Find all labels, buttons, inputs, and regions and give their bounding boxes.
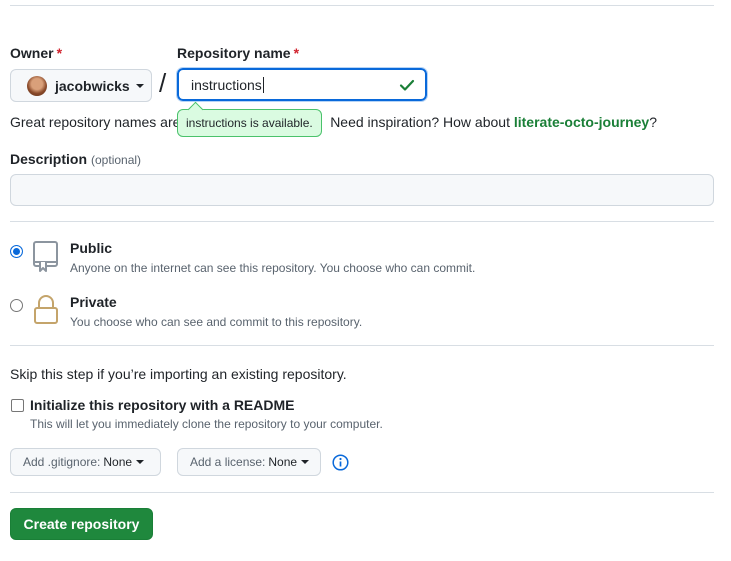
readme-label[interactable]: Initialize this repository with a README [30, 397, 294, 413]
description-label: Description (optional) [10, 151, 142, 167]
license-select[interactable]: Add a license: None [177, 448, 321, 476]
readme-desc: This will let you immediately clone the … [30, 417, 383, 431]
repo-name-label: Repository name * [177, 45, 300, 61]
private-title: Private [70, 294, 117, 310]
divider [10, 345, 714, 346]
availability-tooltip: instructions is available. [177, 109, 322, 137]
public-title: Public [70, 240, 113, 256]
description-input[interactable] [10, 174, 714, 206]
import-note: Skip this step if you’re importing an ex… [10, 366, 347, 382]
private-radio[interactable] [10, 299, 23, 312]
repo-name-value: instructions [191, 76, 262, 93]
readme-checkbox[interactable] [11, 399, 24, 412]
info-icon[interactable] [332, 454, 349, 471]
lock-icon [34, 295, 58, 324]
repo-name-hint: Great repository names are Need inspirat… [10, 114, 658, 130]
top-divider [10, 5, 714, 6]
divider [10, 492, 714, 493]
private-desc: You choose who can see and commit to thi… [70, 315, 363, 329]
public-desc: Anyone on the internet can see this repo… [70, 261, 476, 275]
avatar [27, 75, 47, 96]
divider [10, 221, 714, 222]
chevron-down-icon [135, 83, 144, 88]
public-radio[interactable] [10, 245, 23, 258]
owner-value: jacobwicks [55, 77, 130, 94]
owner-select[interactable]: jacobwicks [10, 69, 152, 102]
repo-name-input[interactable]: instructions [176, 67, 428, 102]
gitignore-select[interactable]: Add .gitignore: None [10, 448, 161, 476]
name-suggestion[interactable]: literate-octo-journey [514, 114, 649, 130]
create-repository-button[interactable]: Create repository [10, 508, 153, 540]
owner-repo-separator: / [159, 68, 167, 98]
check-icon [399, 79, 415, 91]
repo-icon [33, 241, 58, 272]
chevron-down-icon [136, 460, 145, 464]
text-cursor [262, 76, 264, 93]
chevron-down-icon [301, 460, 310, 464]
owner-label: Owner * [10, 45, 63, 61]
